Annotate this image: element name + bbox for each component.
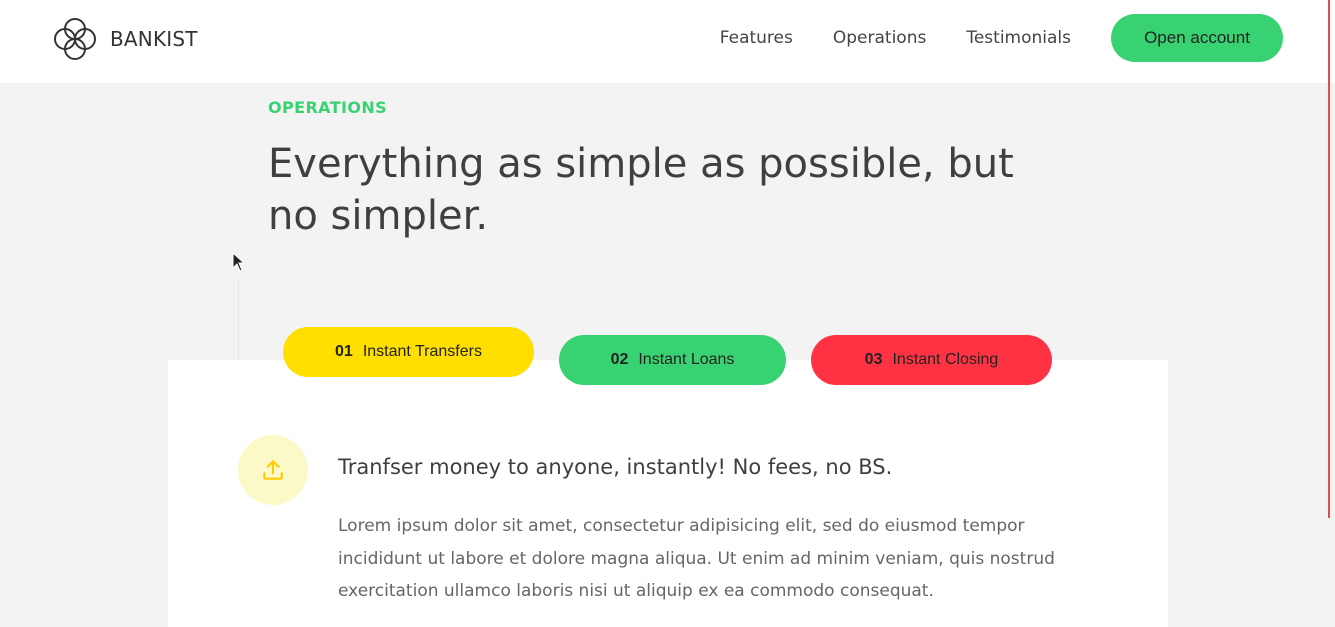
tab-label: Instant Loans [638,351,735,368]
tab-number: 01 [335,343,353,360]
operation-heading: Tranfser money to anyone, instantly! No … [338,455,893,479]
tab-label: Instant Closing [892,351,999,368]
tab-instant-closing[interactable]: 03 Instant Closing [811,335,1052,385]
logo-text: BANKIST [110,27,198,51]
upload-icon [263,460,283,480]
mouse-cursor-icon [232,252,246,272]
top-navigation: BANKIST Features Operations Testimonials… [0,0,1335,83]
logo[interactable]: BANKIST [52,16,198,62]
nav-link-operations[interactable]: Operations [833,14,926,62]
section-title: Everything as simple as possible, but no… [268,141,1014,239]
tab-instant-transfers[interactable]: 01 Instant Transfers [283,327,534,377]
tab-label: Instant Transfers [362,343,482,360]
logo-icon [54,18,96,60]
tab-instant-loans[interactable]: 02 Instant Loans [559,335,786,385]
operation-icon-badge [238,435,308,505]
section-label: OPERATIONS [268,98,388,117]
operation-description: Lorem ipsum dolor sit amet, consectetur … [338,516,1055,601]
open-account-button[interactable]: Open account [1111,14,1283,62]
tab-number: 03 [864,351,883,368]
tab-number: 02 [610,351,629,368]
nav-link-testimonials[interactable]: Testimonials [966,14,1071,62]
window-edge-line [1328,0,1330,518]
nav-link-features[interactable]: Features [720,14,793,62]
nav-links: Features Operations Testimonials Open ac… [680,14,1283,62]
